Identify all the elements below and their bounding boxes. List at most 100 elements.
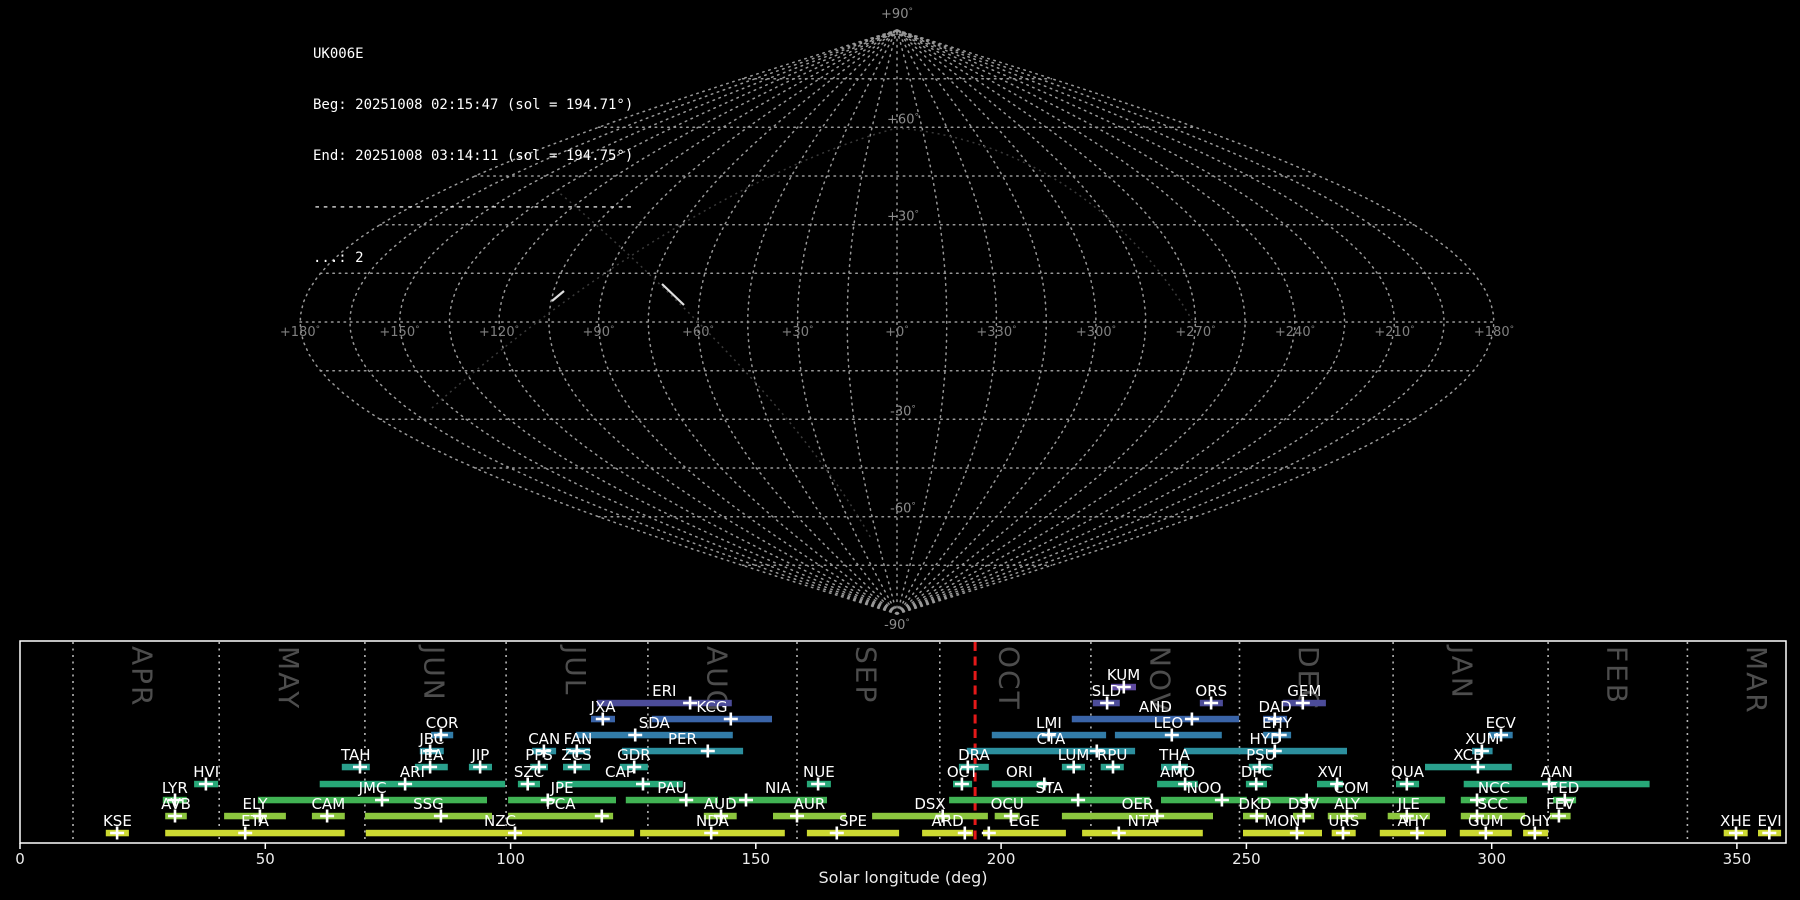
session-end: End: 20251008 03:14:11 (sol = 194.75°) [313,148,634,164]
shower-code: PCA [546,795,577,813]
shower-NUE: NUE [803,763,835,791]
shower-bar [1243,829,1322,837]
shower-XHE: XHE [1720,812,1751,840]
month-label-JUN: JUN [418,644,451,702]
shower-code: FEV [1546,795,1575,813]
shower-code: PAU [657,779,686,797]
month-label-FEB: FEB [1601,646,1634,705]
meridian-line [896,29,1097,615]
shower-code: NIA [765,779,792,797]
longitude-label: +240° [1275,325,1315,340]
meteor-trail [661,283,685,306]
shower-code: GEM [1287,682,1321,700]
shower-code: EVI [1758,812,1782,830]
shower-code: CAM [311,795,345,813]
shower-OCT: OCT [947,763,979,791]
longitude-label: +30° [782,325,814,340]
shower-bar [1425,763,1512,771]
pole-label-north: +90° [881,7,913,22]
shower-code: OCU [991,795,1024,813]
shower-QUA: QUA [1391,763,1425,791]
meteor-count: ...: 2 [313,250,364,266]
shower-code: JEA [418,746,444,764]
shower-code: XHE [1720,812,1751,830]
shower-ZCS: ZCS [561,746,592,774]
shower-TAH: TAH [340,746,371,774]
shower-EGE: EGE [981,812,1066,840]
shower-code: RPU [1097,746,1127,764]
shower-code: JMC [358,779,387,797]
shower-code: ARD [931,812,963,830]
pole-label-south: -90° [884,618,910,633]
shower-code: ORS [1195,682,1227,700]
shower-bar [1161,796,1247,804]
shower-code: XCB [1453,746,1483,764]
shower-code: OCT [947,763,979,781]
shower-HVI: HVI [193,763,219,791]
shower-code: JXA [590,698,617,716]
shower-RPU: RPU [1097,746,1127,774]
shower-code: AUR [794,795,826,813]
shower-NDA: NDA [640,812,785,840]
shower-code: MON [1264,812,1300,830]
shower-code: GDR [617,746,651,764]
shower-DPC: DPC [1241,763,1272,791]
longitude-label: +0° [885,325,909,340]
shower-bar [365,829,635,837]
shower-code: NTA [1128,812,1158,830]
month-label-APR: APR [126,646,159,708]
shower-code: KSE [103,812,132,830]
axis-tick-label: 350 [1723,850,1752,868]
month-label-JUL: JUL [559,644,592,696]
shower-code: ARI [400,763,425,781]
shower-SZC: SZC [514,763,544,791]
shower-code: DSX [914,795,945,813]
shower-code: OER [1122,795,1154,813]
shower-code: SPE [839,812,867,830]
shower-code: SSG [413,795,444,813]
shower-code: NOO [1187,779,1222,797]
shower-KSE: KSE [103,812,132,840]
shower-code: GUM [1468,812,1504,830]
shower-code: DKD [1239,795,1272,813]
shower-code: CAP [605,763,635,781]
shower-bar [1082,829,1203,837]
month-label-SEP: SEP [850,646,883,704]
axis-tick-label: 200 [987,850,1016,868]
shower-code: SZC [514,763,544,781]
shower-URS: URS [1328,812,1359,840]
shower-bar [949,796,1150,804]
month-label-JAN: JAN [1446,644,1479,700]
axis-tick-label: 0 [15,850,25,868]
shower-OHY: OHY [1519,812,1553,840]
shower-code: QUA [1391,763,1425,781]
separator-line: -------------------------------------- [313,199,634,215]
shower-ORS: ORS [1195,682,1227,710]
axis-tick-label: 250 [1232,850,1261,868]
shower-bar [773,812,847,820]
session-begin: Beg: 20251008 02:15:47 (sol = 194.71°) [313,97,634,113]
shower-code: JLE [1397,795,1420,813]
shower-code: PSU [1246,746,1276,764]
longitude-label: +150° [379,325,419,340]
shower-code: ORI [1006,763,1033,781]
shower-AVB: AVB [161,795,191,823]
shower-code: DSV [1288,795,1320,813]
shower-code: URS [1328,812,1359,830]
longitude-label: +270° [1175,325,1215,340]
axis-tick-label: 150 [741,850,770,868]
meteor-monitor-screen: UK006E Beg: 20251008 02:15:47 (sol = 194… [0,0,1800,900]
longitude-label: +90° [583,325,615,340]
shower-SLD: SLD [1092,682,1121,710]
session-info: UK006E Beg: 20251008 02:15:47 (sol = 194… [313,12,633,301]
longitude-label: +180° [280,325,320,340]
shower-code: AVB [161,795,191,813]
latitude-label: +30° [887,210,919,225]
shower-code: ERI [652,682,676,700]
shower-bar [257,796,487,804]
latitude-label: -30° [890,404,916,419]
shower-code: LEO [1154,714,1184,732]
shower-code: JIP [470,746,489,764]
radiant-sky-map: +90° -90° +60° +30° -30° -60° +180° +150° +120° +… [280,7,1514,633]
shower-code: HVI [193,763,219,781]
